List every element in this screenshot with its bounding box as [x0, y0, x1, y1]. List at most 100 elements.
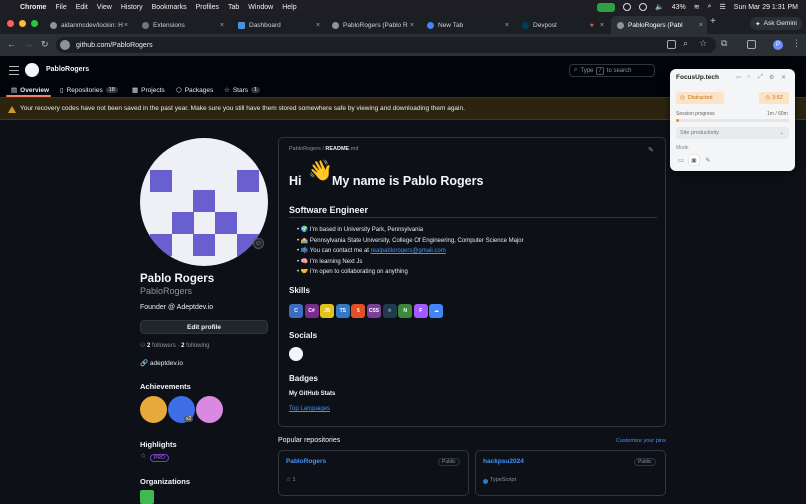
site-info-icon[interactable]: [60, 40, 70, 50]
close-tab-icon[interactable]: ×: [600, 22, 604, 29]
reload-button[interactable]: ↻: [41, 39, 49, 50]
profile-avatar[interactable]: P: [773, 40, 783, 50]
skill-icon: 5: [351, 304, 366, 318]
menu-window[interactable]: Window: [248, 4, 273, 11]
menu-history[interactable]: History: [121, 4, 143, 11]
side-panel-icon[interactable]: [747, 40, 756, 49]
close-icon[interactable]: ✕: [781, 74, 786, 81]
status-icon[interactable]: [622, 3, 631, 11]
status-icon[interactable]: [638, 3, 647, 11]
back-button[interactable]: ←: [7, 39, 16, 49]
close-tab-icon[interactable]: ×: [505, 22, 509, 29]
tab-lockin[interactable]: aidanmcdev/lockin: H ×: [44, 16, 132, 34]
badges-heading: Badges: [289, 374, 318, 383]
tab-dashboard[interactable]: Dashboard ×: [232, 16, 324, 34]
close-tab-icon[interactable]: ×: [316, 22, 320, 29]
close-window-button[interactable]: [7, 20, 14, 27]
zoom-icon[interactable]: ⌕: [683, 38, 688, 49]
hamburger-menu-icon[interactable]: [9, 66, 19, 75]
top-languages-image-link[interactable]: Top Languages: [289, 406, 330, 412]
tab-projects[interactable]: ▦ Projects: [132, 86, 165, 95]
minimize-window-button[interactable]: [19, 20, 26, 27]
mode-monitor-icon[interactable]: ▣: [689, 155, 699, 165]
tab-repositories[interactable]: ▯ Repositories 18: [60, 86, 118, 94]
list-item: • 🏫 Pennsylvania State University, Colle…: [297, 238, 524, 244]
close-tab-icon[interactable]: ×: [220, 22, 224, 29]
repo-link[interactable]: PabloRogers: [286, 458, 326, 465]
set-status-icon[interactable]: ☺: [253, 238, 264, 249]
github-logo-icon[interactable]: [25, 63, 39, 77]
close-tab-icon[interactable]: ×: [699, 22, 703, 29]
profile-name: Pablo Rogers: [140, 273, 215, 285]
site-productivity-select[interactable]: Site productivity ⌄: [676, 127, 789, 139]
achievement-badge-icon[interactable]: [196, 396, 223, 423]
new-tab-button[interactable]: +: [710, 16, 716, 27]
menu-view[interactable]: View: [97, 4, 112, 11]
address-bar[interactable]: github.com/PabloRogers: [56, 37, 716, 53]
github-social-icon[interactable]: [289, 347, 303, 361]
website-link[interactable]: 🔗 adeptdev.io: [140, 359, 183, 367]
search-icon: ⌕: [574, 67, 578, 73]
achievements-heading[interactable]: Achievements: [140, 382, 191, 391]
tab-pablorogers[interactable]: PabloRogers (Pablo R ×: [326, 16, 418, 34]
volume-icon[interactable]: 🔈: [655, 3, 664, 11]
mode-chat-icon[interactable]: ▭: [676, 155, 686, 165]
mode-pen-icon[interactable]: ✎: [703, 155, 713, 165]
extensions-icon[interactable]: ⧉: [721, 38, 727, 49]
tab-extensions[interactable]: Extensions ×: [136, 16, 228, 34]
back-icon[interactable]: ⇦: [736, 74, 741, 81]
waving-hand-icon: 👋: [308, 160, 333, 182]
organization-avatar[interactable]: [140, 490, 154, 504]
gemini-icon: ✦: [755, 20, 761, 28]
search-icon[interactable]: ⌕: [708, 3, 712, 11]
wifi-icon[interactable]: ≋: [694, 3, 700, 11]
close-tab-icon[interactable]: ×: [124, 22, 128, 29]
header-username[interactable]: PabloRogers: [46, 66, 89, 73]
repo-link[interactable]: hackpsu2024: [483, 458, 524, 465]
customize-pins-link[interactable]: Customize your pins: [616, 438, 666, 444]
forward-button[interactable]: →: [24, 39, 33, 49]
expand-icon[interactable]: ⤢: [758, 74, 763, 81]
tab-stars[interactable]: ☆ Stars 1: [224, 86, 261, 94]
menu-kebab-icon[interactable]: ⋮: [792, 38, 801, 49]
zoom-window-button[interactable]: [31, 20, 38, 27]
menu-help[interactable]: Help: [282, 4, 296, 11]
menu-profiles[interactable]: Profiles: [196, 4, 219, 11]
github-stats-label: My GitHub Stats: [289, 391, 336, 397]
close-tab-icon[interactable]: ×: [410, 22, 414, 29]
identicon-cell: [215, 212, 237, 234]
tab-pablorogers-active[interactable]: PabloRogers (Pabl ×: [611, 16, 707, 34]
cast-icon[interactable]: [667, 40, 676, 49]
tab-overview[interactable]: ▤ Overview: [11, 86, 49, 95]
ask-gemini-button[interactable]: ✦ Ask Gemini: [750, 17, 802, 30]
app-menu[interactable]: Chrome: [20, 4, 46, 11]
session-progress-label: Session progress: [676, 111, 715, 117]
control-center-icon[interactable]: ☰: [720, 3, 726, 11]
identicon-cell: [237, 170, 259, 192]
repo-stars[interactable]: ☆ 1: [286, 477, 296, 483]
macos-menu-bar: Chrome File Edit View History Bookmarks …: [0, 0, 806, 14]
edit-readme-icon[interactable]: ✎: [648, 146, 654, 154]
achievement-badge-icon[interactable]: [140, 396, 167, 423]
count-badge: 18: [105, 87, 118, 93]
search-input[interactable]: ⌕ Type / to search: [569, 64, 655, 77]
list-item: • 🤝 I'm open to collaborating on anythin…: [297, 269, 408, 275]
repo-card: [278, 450, 469, 496]
gear-icon[interactable]: ⚙: [769, 74, 774, 81]
bookmark-star-icon[interactable]: ☆: [699, 38, 707, 49]
circle-icon[interactable]: ○: [747, 74, 751, 80]
star-icon: ☆: [140, 453, 147, 460]
email-link[interactable]: realpablorogers@gmail.com: [371, 248, 446, 254]
menu-file[interactable]: File: [55, 4, 66, 11]
menu-tab[interactable]: Tab: [228, 4, 239, 11]
video-call-icon[interactable]: [596, 2, 615, 12]
edit-profile-button[interactable]: Edit profile: [140, 320, 268, 334]
avatar[interactable]: [140, 138, 268, 266]
dashboard-favicon-icon: [238, 21, 245, 29]
tab-devpost[interactable]: Devpost ● ×: [516, 16, 608, 34]
menu-bookmarks[interactable]: Bookmarks: [152, 4, 187, 11]
github-favicon-icon: [332, 21, 339, 29]
tab-packages[interactable]: ⬡ Packages: [176, 86, 213, 95]
tab-new-tab[interactable]: New Tab ×: [421, 16, 513, 34]
menu-edit[interactable]: Edit: [76, 4, 88, 11]
